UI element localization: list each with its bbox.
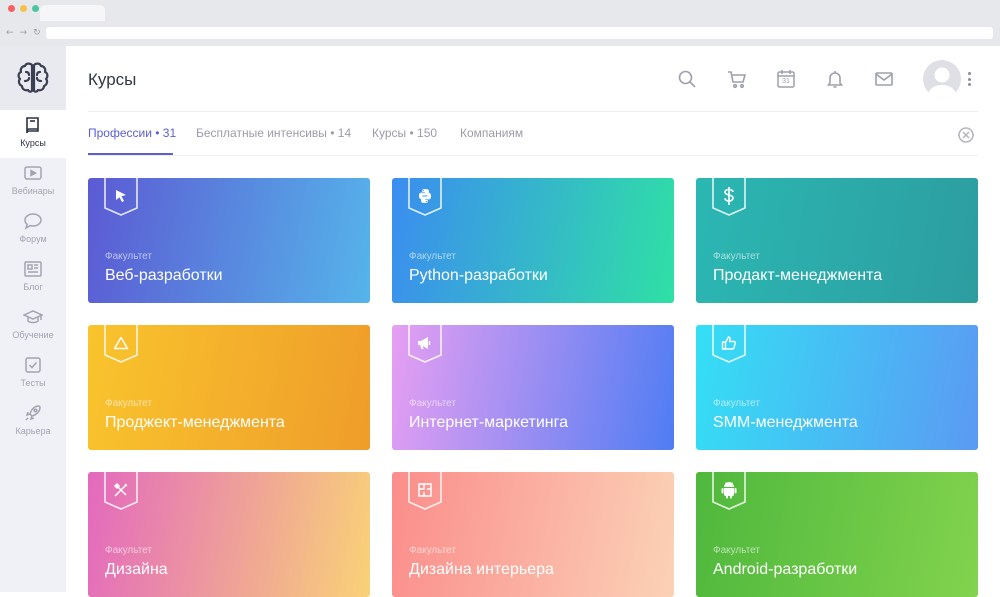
sidebar-item-blog[interactable]: Блог (0, 254, 66, 302)
card-title: Интернет-маркетинга (409, 414, 568, 431)
bell-icon[interactable] (825, 69, 845, 89)
mail-icon[interactable] (874, 69, 894, 89)
back-button[interactable]: ← (6, 28, 14, 38)
card-category-label: Факультет (409, 545, 456, 556)
card-category-label: Факультет (105, 251, 152, 262)
card-title: Веб-разработки (105, 267, 223, 284)
sidebar-item-label: Блог (23, 282, 43, 292)
newspaper-icon (24, 261, 42, 277)
rocket-icon (25, 405, 41, 421)
sidebar-item-label: Форум (19, 234, 47, 244)
close-window-button[interactable] (8, 5, 15, 12)
card-category-label: Факультет (105, 545, 152, 556)
sidebar-item-label: Курсы (20, 138, 46, 148)
card-category-label: Факультет (713, 398, 760, 409)
card-title: Python-разработки (409, 267, 548, 284)
card-category-label: Факультет (105, 398, 152, 409)
design-tools-icon (113, 482, 128, 497)
faculty-card[interactable]: Факультет Проджект-менеджмента (88, 325, 370, 450)
header-divider (88, 111, 978, 112)
sidebar-item-learning[interactable]: Обучение (0, 302, 66, 350)
card-category-label: Факультет (713, 251, 760, 262)
checkbox-icon (25, 357, 41, 373)
calendar-icon[interactable]: 31 (776, 69, 796, 89)
forward-button[interactable]: → (20, 28, 28, 38)
book-icon (26, 117, 39, 134)
page-title: Курсы (88, 70, 137, 89)
maximize-window-button[interactable] (32, 5, 39, 12)
card-title: SMM-менеджмента (713, 414, 858, 431)
address-bar[interactable] (46, 27, 993, 39)
search-icon[interactable] (677, 69, 697, 89)
thumbs-up-icon (721, 336, 737, 350)
browser-tab[interactable] (40, 5, 105, 21)
faculty-card[interactable]: Факультет Дизайна (88, 472, 370, 597)
main-content: Курсы 31 Профессии • 31 Бесплатные интен… (66, 46, 1000, 597)
faculty-card[interactable]: Факультет Python-разработки (392, 178, 674, 303)
faculty-card[interactable]: Факультет Продакт-менеджмента (696, 178, 978, 303)
avatar[interactable] (923, 60, 961, 98)
tab-companies[interactable]: Компаниям (460, 126, 523, 140)
card-category-label: Факультет (713, 545, 760, 556)
card-title: Дизайна интерьера (409, 561, 554, 578)
sidebar: Курсы Вебинары Форум Блог Обучение Тесты… (0, 46, 66, 592)
tab-free-intensives[interactable]: Бесплатные интенсивы • 14 (196, 126, 351, 140)
floor-plan-icon (418, 483, 432, 497)
calendar-day: 31 (782, 78, 790, 85)
browser-chrome: ← → ↻ (0, 0, 1000, 46)
card-title: Продакт-менеджмента (713, 267, 883, 284)
faculty-card[interactable]: Факультет SMM-менеджмента (696, 325, 978, 450)
support-chat-icon[interactable] (955, 124, 977, 146)
cursor-icon (116, 190, 126, 202)
reload-button[interactable]: ↻ (33, 28, 41, 38)
minimize-window-button[interactable] (20, 5, 27, 12)
sidebar-item-label: Обучение (12, 330, 54, 340)
sidebar-item-career[interactable]: Карьера (0, 398, 66, 446)
user-silhouette-icon (927, 67, 957, 98)
tab-courses[interactable]: Курсы • 150 (372, 126, 437, 140)
faculty-card[interactable]: Факультет Интернет-маркетинга (392, 325, 674, 450)
card-category-label: Факультет (409, 398, 456, 409)
card-title: Android-разработки (713, 561, 858, 578)
more-options-icon[interactable] (966, 70, 972, 88)
python-icon (419, 189, 431, 203)
triangle-icon (113, 336, 129, 350)
sidebar-item-courses[interactable]: Курсы (0, 110, 66, 158)
sidebar-item-tests[interactable]: Тесты (0, 350, 66, 398)
megaphone-icon (418, 337, 431, 349)
card-title: Проджект-менеджмента (105, 414, 285, 431)
faculty-card[interactable]: Факультет Веб-разработки (88, 178, 370, 303)
android-icon (721, 482, 737, 499)
brain-logo[interactable] (0, 46, 66, 110)
tabs-divider (88, 155, 978, 156)
cart-icon[interactable] (727, 69, 747, 89)
sidebar-item-label: Вебинары (11, 186, 55, 196)
sidebar-item-webinars[interactable]: Вебинары (0, 158, 66, 206)
faculty-card[interactable]: Факультет Дизайна интерьера (392, 472, 674, 597)
sidebar-item-label: Карьера (15, 426, 51, 436)
dollar-icon (724, 187, 734, 205)
window-controls (8, 5, 39, 12)
chat-bubble-icon (24, 213, 42, 230)
card-title: Дизайна (105, 561, 168, 578)
tab-professions[interactable]: Профессии • 31 (88, 126, 176, 140)
card-category-label: Факультет (409, 251, 456, 262)
sidebar-item-label: Тесты (20, 378, 46, 388)
faculty-card[interactable]: Факультет Android-разработки (696, 472, 978, 597)
sidebar-item-forum[interactable]: Форум (0, 206, 66, 254)
play-icon (24, 166, 42, 180)
graduation-cap-icon (23, 310, 43, 324)
